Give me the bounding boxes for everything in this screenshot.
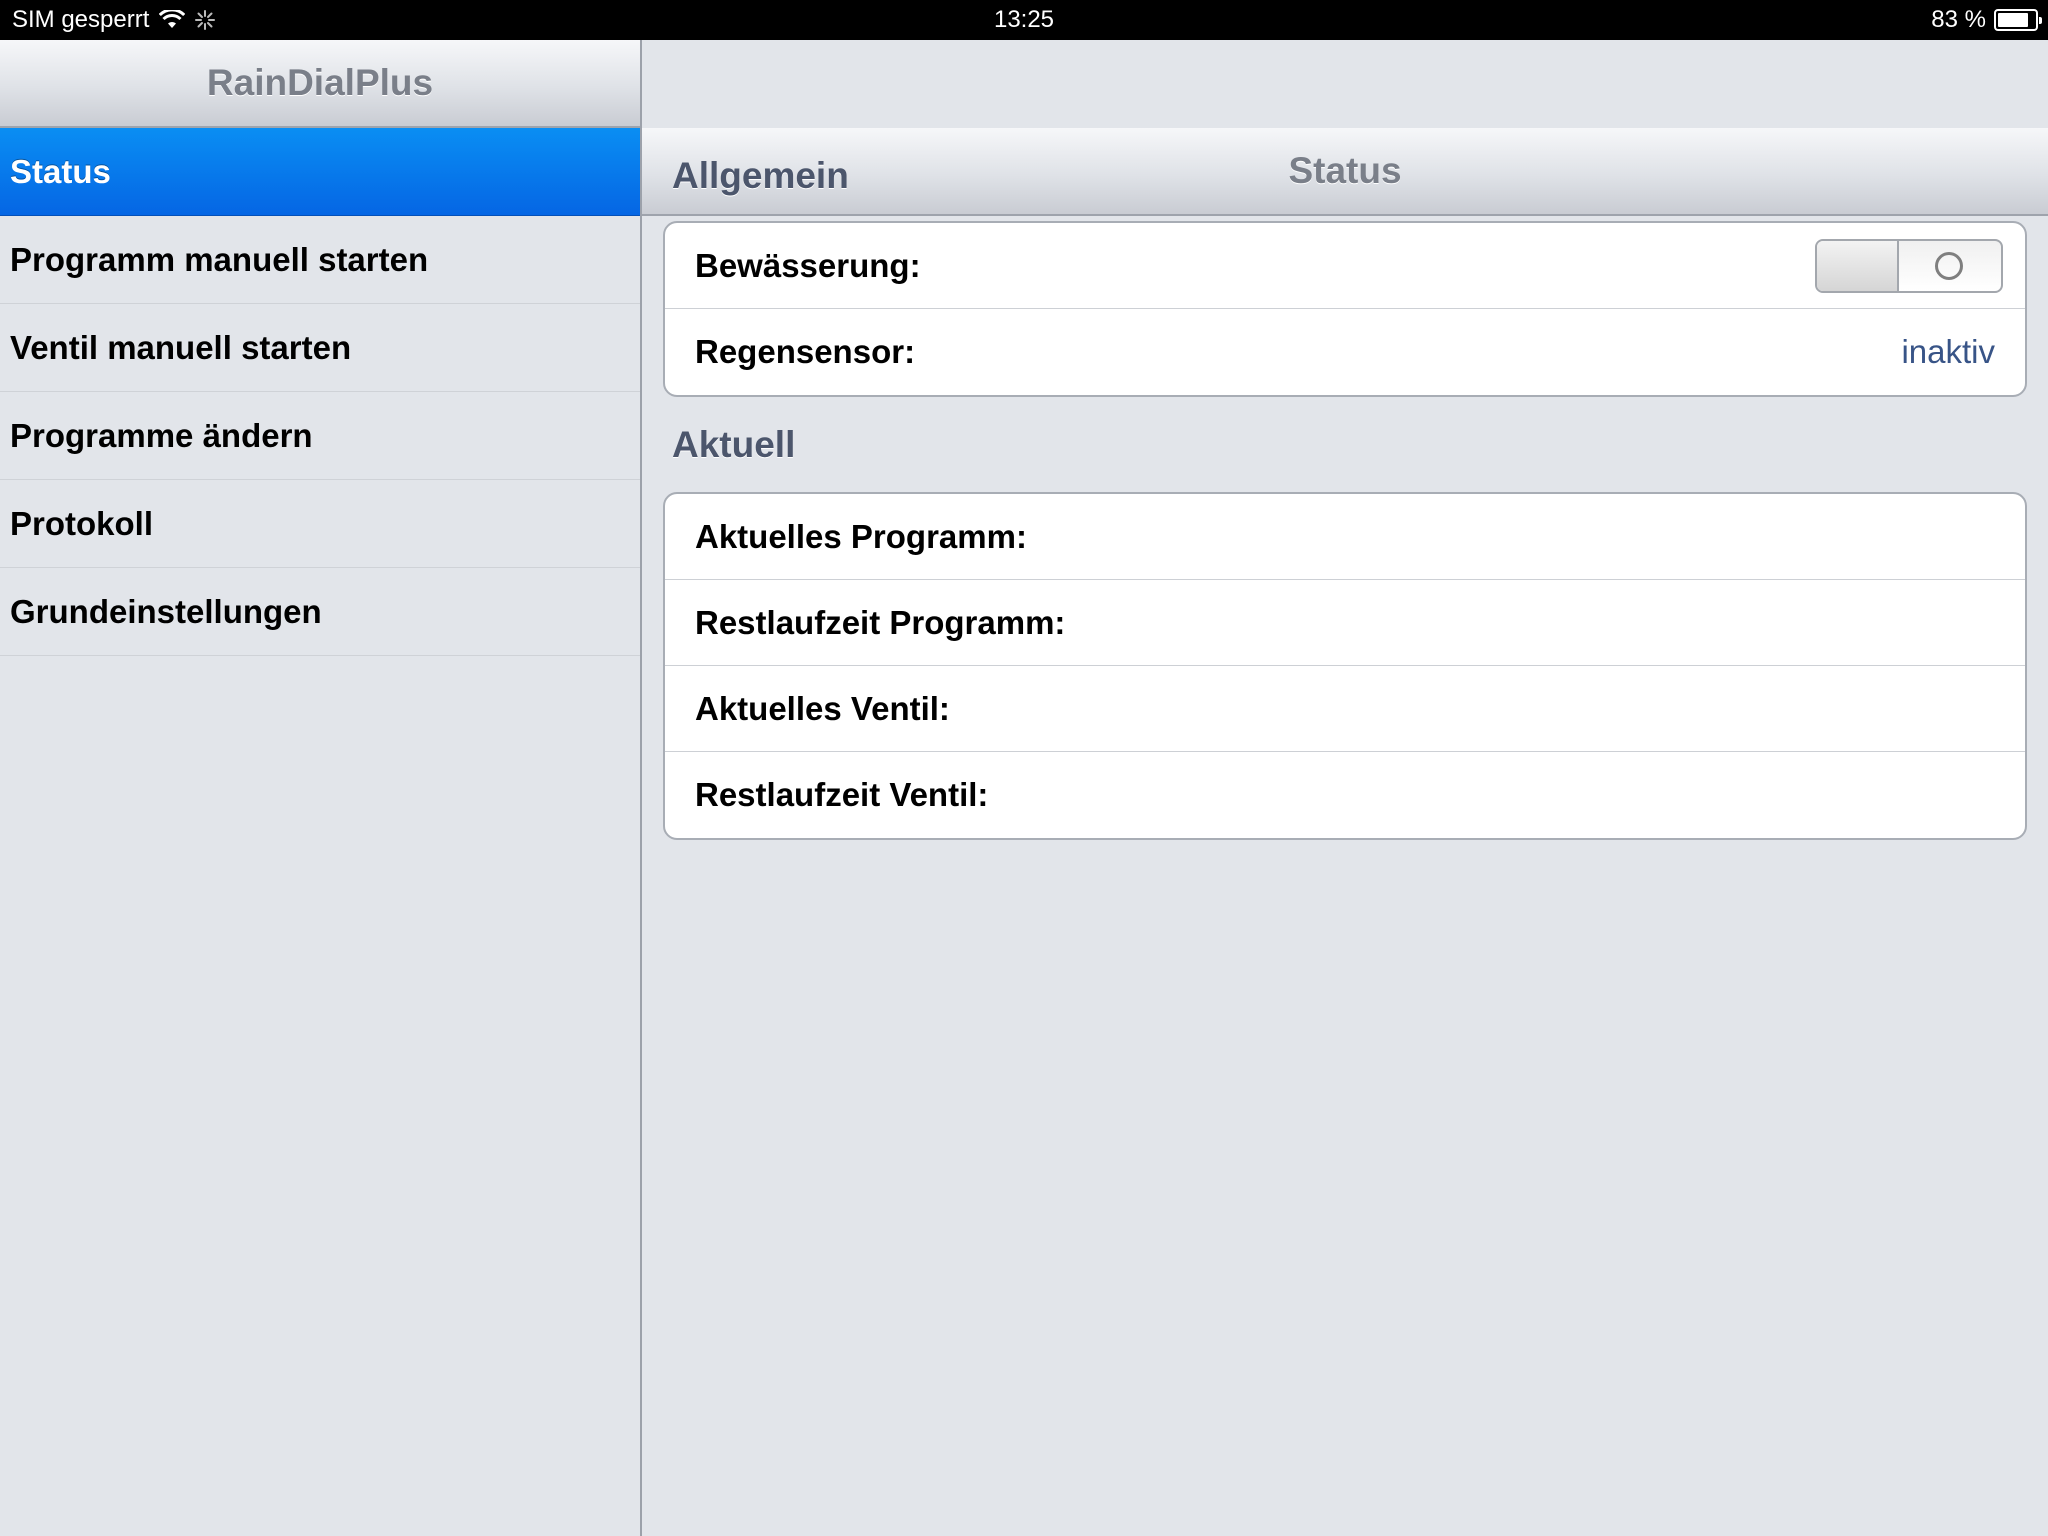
menu-item-label: Ventil manuell starten [10,329,352,366]
menu-item-ventil-manuell-starten[interactable]: Ventil manuell starten [0,304,640,392]
app-title: RainDialPlus [206,62,434,103]
menu-item-label: Programm manuell starten [10,241,429,278]
toggle-knob [1817,240,1899,291]
cell-regensensor: Regensensor: inaktiv [665,309,2025,395]
cell-restlaufzeit-ventil: Restlaufzeit Ventil: [665,752,2025,838]
master-navbar: RainDialPlus [0,40,640,128]
cell-aktuelles-programm: Aktuelles Programm: [665,494,2025,580]
section-header-aktuell: Aktuell [672,424,796,465]
cell-bewaesserung: Bewässerung: [665,223,2025,309]
status-bar: SIM gesperrt 13:25 83 % [0,0,2048,40]
aktuelles-ventil-label: Aktuelles Ventil: [695,689,950,727]
menu-item-programme-aendern[interactable]: Programme ändern [0,392,640,480]
menu-item-protokoll[interactable]: Protokoll [0,480,640,568]
menu-item-programm-manuell-starten[interactable]: Programm manuell starten [0,216,640,304]
battery-icon [1994,9,2042,31]
regensensor-label: Regensensor: [695,333,916,370]
battery-fill [1998,13,2028,27]
menu-item-label: Status [10,153,111,190]
master-menu-list: Status Programm manuell starten Ventil m… [0,128,640,656]
restlaufzeit-programm-label: Restlaufzeit Programm: [695,603,1066,641]
battery-percentage: 83 % [1931,6,1986,33]
menu-item-label: Grundeinstellungen [10,593,322,630]
detail-content: Allgemein Bewässerung: Regensensor: inak… [642,128,2048,840]
bewaesserung-label: Bewässerung: [695,246,921,284]
menu-item-status[interactable]: Status [0,128,640,216]
cell-aktuelles-ventil: Aktuelles Ventil: [665,666,2025,752]
clock: 13:25 [993,6,1055,33]
menu-item-label: Protokoll [10,505,154,542]
group-aktuell: Aktuelles Programm: Restlaufzeit Program… [663,492,2027,840]
cell-restlaufzeit-programm: Restlaufzeit Programm: [665,580,2025,666]
bewaesserung-toggle[interactable] [1815,238,2003,293]
restlaufzeit-ventil-label: Restlaufzeit Ventil: [695,776,989,813]
group-allgemein: Bewässerung: Regensensor: inaktiv [663,221,2027,397]
aktuelles-programm-label: Aktuelles Programm: [695,517,1027,555]
menu-item-grundeinstellungen[interactable]: Grundeinstellungen [0,568,640,656]
section-header-allgemein: Allgemein [672,155,849,196]
menu-item-label: Programme ändern [10,417,313,454]
regensensor-value: inaktiv [1901,333,1995,370]
toggle-off-icon [1935,251,1963,280]
status-bar-right: 83 % [1931,6,2042,34]
